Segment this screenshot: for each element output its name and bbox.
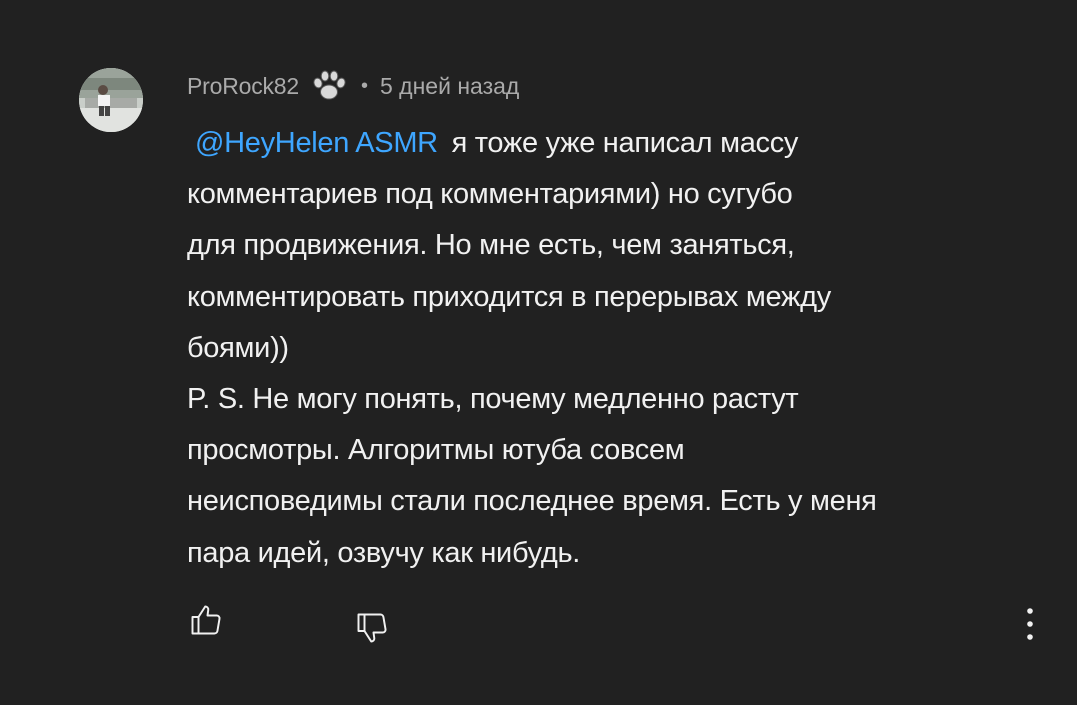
- comment-line: комментировать приходится в перерывах ме…: [187, 280, 831, 313]
- comment-line: боями)): [187, 331, 289, 364]
- thumbs-up-icon: [191, 605, 221, 635]
- author-name[interactable]: ProRock82: [187, 73, 299, 100]
- comment-line: для продвижения. Но мне есть, чем занять…: [187, 229, 795, 262]
- separator-dot: •: [360, 74, 368, 97]
- paw-print-icon: [309, 68, 349, 104]
- comment-line-text: я тоже уже написал массу: [451, 127, 799, 159]
- comment-body: @HeyHelen ASMR я тоже уже написал массу …: [187, 118, 1047, 579]
- comment-line: @HeyHelen ASMR я тоже уже написал массу: [187, 118, 1047, 169]
- comment-line: неисповедимы стали последнее время. Есть…: [187, 485, 877, 518]
- more-options-button[interactable]: [1016, 602, 1044, 646]
- mention-link[interactable]: @HeyHelen ASMR: [187, 127, 444, 159]
- more-vertical-icon: [1027, 608, 1033, 640]
- like-button[interactable]: [186, 600, 226, 640]
- avatar-photo: [79, 68, 143, 132]
- comment-line: пара идей, озвучу как нибудь.: [187, 536, 581, 569]
- thumbs-down-icon: [357, 613, 387, 643]
- comment-header: ProRock82 • 5 дней назад: [187, 66, 519, 106]
- avatar[interactable]: [79, 68, 143, 132]
- timestamp[interactable]: 5 дней назад: [380, 73, 519, 100]
- comment-line: просмотры. Алгоритмы ютуба совсем: [187, 434, 685, 467]
- dislike-button[interactable]: [352, 608, 392, 648]
- comment-line: комментариев под комментариями) но сугуб…: [187, 178, 793, 211]
- comment-line: P. S. Не могу понять, почему медленно ра…: [187, 382, 799, 415]
